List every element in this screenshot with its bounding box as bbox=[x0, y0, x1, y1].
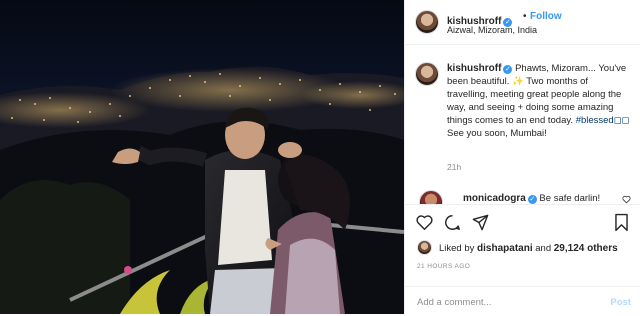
share-icon[interactable] bbox=[471, 213, 490, 232]
post-location[interactable]: Aizwal, Mizoram, India bbox=[447, 25, 537, 35]
post-details-panel: kishushroff ✓ • Follow Aizwal, Mizoram, I… bbox=[404, 0, 640, 315]
author-avatar[interactable] bbox=[415, 10, 439, 34]
heart-icon[interactable] bbox=[415, 213, 434, 232]
night-city-photo bbox=[0, 0, 404, 314]
like-comment-heart-icon[interactable] bbox=[622, 195, 631, 204]
caption-author-avatar[interactable] bbox=[415, 62, 439, 86]
caption-text: kishushroff ✓ Phawts, Mizoram... You've b… bbox=[447, 62, 631, 140]
post-comment-button[interactable]: Post bbox=[610, 297, 631, 308]
header-separator: • bbox=[523, 11, 527, 22]
liker-avatar[interactable] bbox=[417, 240, 432, 255]
likes-middle: and bbox=[532, 243, 554, 254]
liker-username[interactable]: dishapatani bbox=[477, 243, 533, 254]
post-actions: Liked by dishapatani and 29,124 others 2… bbox=[405, 204, 640, 315]
comment-text: monicadogra ✓ Be safe darlin! bbox=[463, 193, 600, 204]
post-photo[interactable] bbox=[0, 0, 404, 314]
caption-username[interactable]: kishushroff bbox=[447, 63, 501, 74]
verified-badge-icon: ✓ bbox=[503, 65, 513, 74]
add-comment-input[interactable]: Add a comment... bbox=[417, 297, 491, 308]
hashtag-suffix: ◻◻ bbox=[613, 115, 630, 126]
likes-text: Liked by dishapatani and 29,124 others bbox=[439, 243, 618, 254]
post-time-ago[interactable]: 21 HOURS AGO bbox=[417, 263, 470, 270]
post-header: kishushroff ✓ • Follow Aizwal, Mizoram, I… bbox=[405, 0, 640, 45]
likes-count[interactable]: 29,124 others bbox=[554, 243, 618, 254]
verified-badge-icon: ✓ bbox=[527, 195, 537, 204]
likes-prefix: Liked by bbox=[439, 243, 478, 254]
comment-icon[interactable] bbox=[443, 213, 462, 232]
commenter-username[interactable]: monicadogra bbox=[463, 193, 526, 204]
add-comment-bar: Add a comment... Post bbox=[405, 286, 640, 316]
hashtag-link[interactable]: #blessed bbox=[576, 115, 614, 126]
follow-button[interactable]: Follow bbox=[530, 11, 562, 22]
comment-body: Be safe darlin! bbox=[536, 193, 601, 204]
caption-timestamp[interactable]: 21h bbox=[447, 162, 461, 172]
caption-body-end: See you soon, Mumbai! bbox=[447, 128, 547, 139]
bookmark-icon[interactable] bbox=[613, 213, 630, 232]
